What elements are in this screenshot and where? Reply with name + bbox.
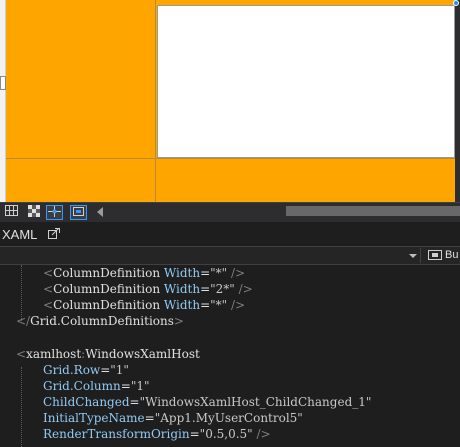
grid-icon[interactable]: [3, 205, 20, 220]
code-token: =: [129, 395, 140, 409]
code-line[interactable]: <ColumnDefinition Width="*" />: [43, 297, 245, 313]
code-token: "1": [110, 363, 129, 377]
code-token: InitialTypeName: [43, 411, 145, 425]
code-line[interactable]: Grid.Column="1": [43, 378, 150, 394]
code-token: "1": [130, 379, 150, 393]
indent-guide: [21, 367, 22, 447]
code-token: >: [173, 314, 184, 328]
code-token: "*": [210, 298, 228, 312]
windows-xaml-host-element[interactable]: [157, 5, 455, 158]
code-token: ColumnDefinition: [53, 282, 161, 296]
checkerboard-icon[interactable]: [25, 205, 42, 220]
code-token: =: [120, 379, 131, 393]
fit-to-screen-icon[interactable]: [70, 205, 87, 220]
code-token: =: [200, 282, 211, 296]
snap-icon[interactable]: [46, 205, 63, 220]
code-token: =: [100, 363, 111, 377]
code-token: WindowsXamlHost: [85, 347, 200, 361]
xaml-designer-canvas[interactable]: [0, 0, 460, 202]
code-token: =: [189, 427, 200, 441]
code-token: <: [43, 282, 54, 296]
code-token: "*": [210, 266, 228, 280]
code-line[interactable]: <ColumnDefinition Width="*" />: [43, 265, 245, 281]
code-token: <: [43, 298, 54, 312]
column-gridline: [155, 0, 156, 202]
code-token: ChildChanged: [43, 395, 130, 409]
code-token: Width: [163, 266, 201, 280]
selector-divider: [420, 248, 421, 263]
code-line[interactable]: </Grid.ColumnDefinitions>: [16, 313, 184, 329]
code-token: <: [43, 266, 54, 280]
adorner-handle[interactable]: [453, 0, 459, 6]
code-token: "App1.MyUserControl5": [154, 411, 303, 425]
code-line[interactable]: ChildChanged="WindowsXamlHost_ChildChang…: [43, 394, 371, 410]
chevron-left-icon[interactable]: [97, 207, 103, 217]
code-token: "0.5,0.5": [199, 427, 253, 441]
element-selector-bar: Bu: [0, 247, 460, 265]
code-line[interactable]: Grid.Row="1": [43, 362, 129, 378]
element-selector-dropdown[interactable]: [0, 247, 418, 264]
editor-tab-row: XAML: [0, 222, 460, 247]
code-token: />: [231, 266, 246, 280]
button-control-icon[interactable]: [428, 250, 442, 260]
row-gridline: [6, 158, 455, 159]
code-token: =: [200, 298, 211, 312]
code-token: xamlhost: [26, 347, 82, 361]
code-token: Grid.Row: [43, 363, 101, 377]
member-selector-label[interactable]: Bu: [445, 249, 458, 261]
popout-icon[interactable]: [48, 228, 60, 239]
code-line[interactable]: RenderTransformOrigin="0.5,0.5" />: [43, 426, 271, 442]
xaml-code-editor[interactable]: <ColumnDefinition Width="*" /> <ColumnDef…: [0, 265, 460, 447]
code-token: </: [16, 314, 31, 328]
code-token: ColumnDefinition: [53, 266, 161, 280]
code-token: <: [16, 347, 27, 361]
chevron-down-icon[interactable]: [409, 254, 417, 258]
code-token: RenderTransformOrigin: [43, 427, 190, 441]
code-token: Grid.Column: [43, 379, 121, 393]
code-token: />: [256, 427, 271, 441]
code-token: =: [200, 266, 211, 280]
code-token: Width: [163, 282, 201, 296]
code-token: ColumnDefinition: [53, 298, 161, 312]
code-token: "WindowsXamlHost_ChildChanged_1": [139, 395, 372, 409]
code-token: Width: [163, 298, 201, 312]
code-token: =: [144, 411, 155, 425]
tab-xaml[interactable]: XAML: [2, 227, 37, 242]
code-line[interactable]: InitialTypeName="App1.MyUserControl5": [43, 410, 303, 426]
code-token: "2*": [210, 282, 235, 296]
horizontal-scrollbar-thumb[interactable]: [286, 206, 460, 216]
code-line[interactable]: <ColumnDefinition Width="2*" />: [43, 281, 253, 297]
code-token: />: [238, 282, 253, 296]
vertical-scrollbar[interactable]: [455, 0, 460, 202]
code-token: />: [231, 298, 246, 312]
code-token: Grid.ColumnDefinitions: [30, 314, 174, 328]
code-line[interactable]: <xamlhost:WindowsXamlHost: [16, 346, 200, 362]
